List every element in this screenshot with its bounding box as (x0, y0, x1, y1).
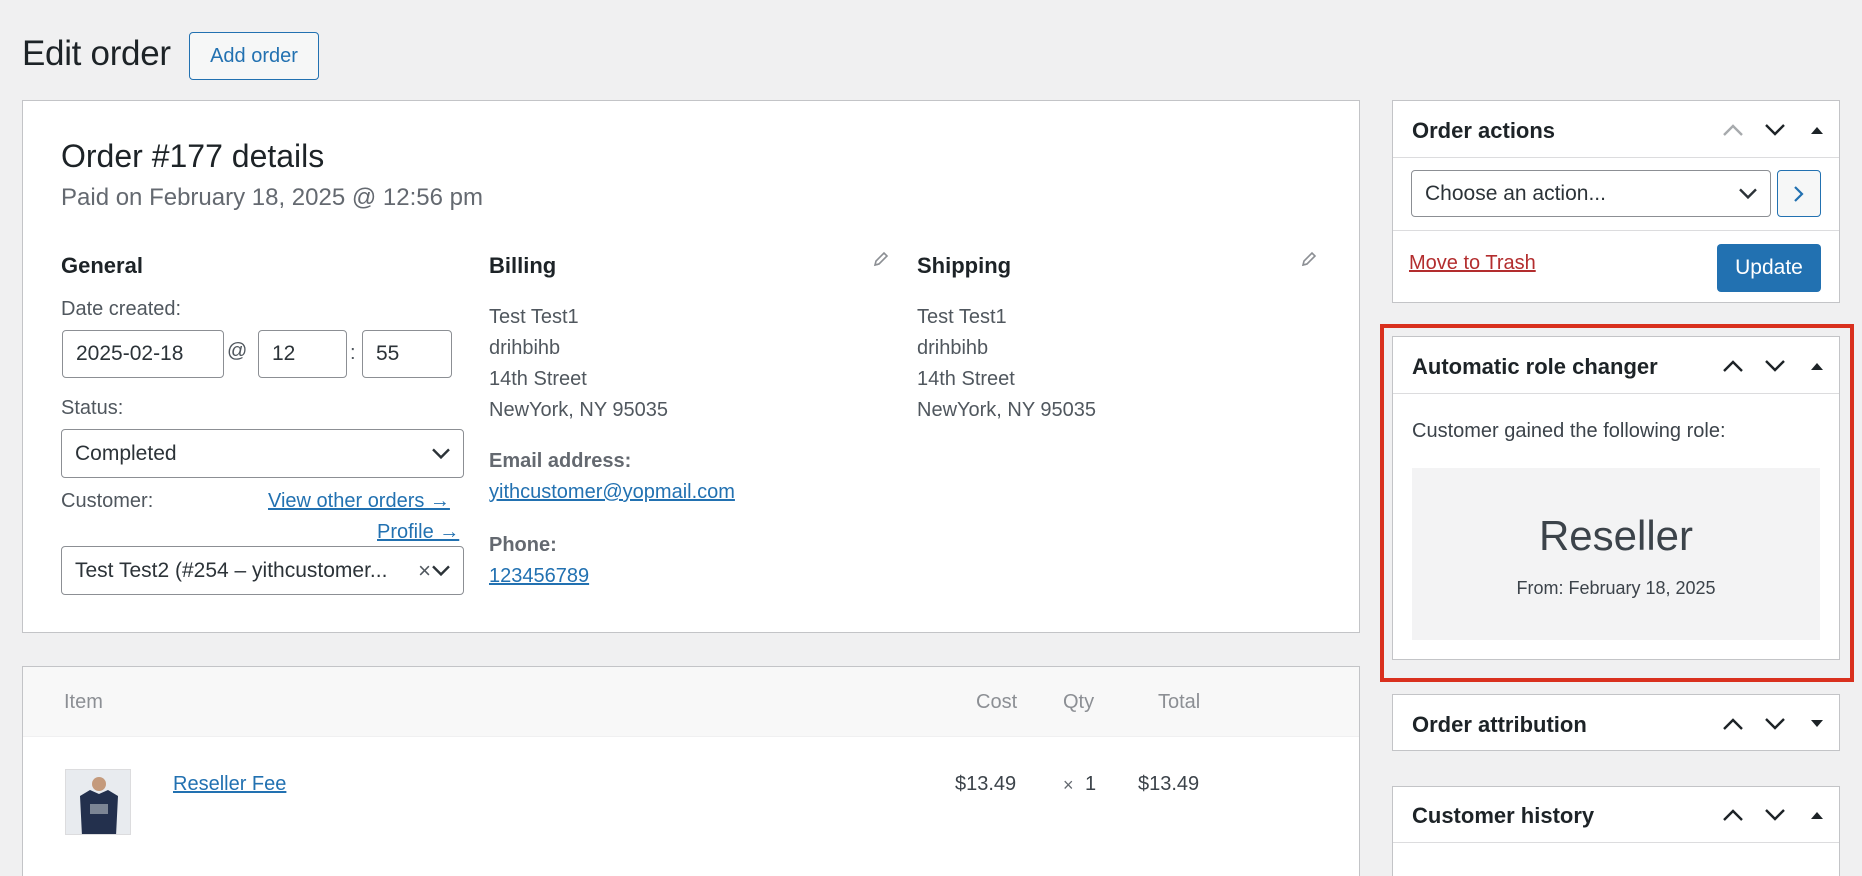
date-created-input[interactable]: 2025-02-18 (62, 330, 224, 378)
item-qty: 1 (1085, 773, 1097, 795)
column-item: Item (64, 691, 103, 713)
colon-separator: : (350, 342, 356, 364)
billing-address-line: NewYork, NY 95035 (489, 399, 669, 421)
billing-title: Billing (489, 253, 557, 278)
shipping-address-line: drihbihb (917, 337, 989, 359)
move-up-icon[interactable] (1720, 711, 1746, 737)
order-actions-title: Order actions (1412, 118, 1556, 143)
shipping-address-line: Test Test1 (917, 306, 1007, 328)
phone-label: Phone: (489, 534, 557, 556)
update-button[interactable]: Update (1717, 244, 1821, 292)
chevron-down-icon (1739, 188, 1757, 199)
general-title: General (61, 253, 143, 278)
profile-link[interactable]: Profile → (377, 521, 459, 544)
collapse-toggle-icon[interactable] (1804, 802, 1830, 828)
divider (1393, 842, 1839, 843)
customer-select-value: Test Test2 (#254 – yithcustomer... (75, 558, 388, 582)
billing-address-line: drihbihb (489, 337, 561, 359)
move-down-icon[interactable] (1762, 802, 1788, 828)
minute-input[interactable]: 55 (362, 330, 452, 378)
shipping-title: Shipping (917, 253, 1012, 278)
item-cost: $13.49 (955, 773, 1017, 795)
billing-address-line: 14th Street (489, 368, 587, 390)
expand-toggle-icon[interactable] (1804, 711, 1830, 737)
product-thumbnail (65, 769, 131, 835)
divider (1393, 157, 1839, 158)
move-up-icon[interactable] (1720, 117, 1746, 143)
order-action-select-value: Choose an action... (1425, 181, 1606, 205)
customer-history-controls (1720, 802, 1830, 828)
item-name-link[interactable]: Reseller Fee (173, 773, 286, 796)
clear-icon[interactable]: × (418, 558, 431, 584)
page-title: Edit order (22, 34, 171, 73)
edit-shipping-pencil-icon[interactable] (1300, 250, 1318, 268)
column-qty: Qty (1063, 691, 1095, 713)
order-actions-controls (1720, 117, 1830, 143)
customer-label: Customer: (61, 490, 154, 512)
collapse-toggle-icon[interactable] (1804, 117, 1830, 143)
chevron-right-icon (1794, 185, 1804, 202)
column-total: Total (1158, 691, 1201, 713)
status-select-value: Completed (75, 441, 177, 465)
order-attribution-title: Order attribution (1412, 712, 1587, 737)
item-qty-sign: × (1063, 775, 1074, 795)
item-total: $13.49 (1138, 773, 1200, 795)
move-to-trash-link[interactable]: Move to Trash (1409, 252, 1536, 275)
chevron-down-icon (432, 448, 450, 459)
move-down-icon[interactable] (1762, 711, 1788, 737)
chevron-down-icon (432, 565, 450, 576)
hour-input[interactable]: 12 (258, 330, 347, 378)
customer-select[interactable]: Test Test2 (#254 – yithcustomer... × (61, 546, 464, 595)
customer-history-title: Customer history (1412, 803, 1595, 828)
date-created-label: Date created: (61, 298, 182, 320)
order-attribution-controls (1720, 711, 1830, 737)
order-action-select[interactable]: Choose an action... (1411, 170, 1771, 217)
add-order-button[interactable]: Add order (189, 32, 319, 80)
order-heading: Order #177 details (61, 138, 325, 174)
customer-history-box (1392, 786, 1840, 876)
tshirt-product-image (66, 770, 130, 834)
column-cost: Cost (976, 691, 1018, 713)
apply-action-button[interactable] (1777, 170, 1821, 217)
at-separator: @ (227, 340, 248, 362)
status-label: Status: (61, 397, 124, 419)
status-select[interactable]: Completed (61, 429, 464, 478)
highlight-frame (1380, 324, 1854, 682)
move-up-icon[interactable] (1720, 802, 1746, 828)
billing-address: Test Test1 drihbihb 14th Street NewYork,… (489, 302, 668, 426)
view-other-orders-link[interactable]: View other orders → (268, 490, 450, 513)
shipping-address: Test Test1 drihbihb 14th Street NewYork,… (917, 302, 1096, 426)
shipping-address-line: 14th Street (917, 368, 1015, 390)
order-paid-date: Paid on February 18, 2025 @ 12:56 pm (61, 184, 483, 211)
move-down-icon[interactable] (1762, 117, 1788, 143)
email-label: Email address: (489, 450, 632, 472)
divider (1393, 230, 1839, 231)
shipping-address-line: NewYork, NY 95035 (917, 399, 1097, 421)
edit-billing-pencil-icon[interactable] (872, 250, 890, 268)
billing-address-line: Test Test1 (489, 306, 579, 328)
phone-link[interactable]: 123456789 (489, 565, 589, 588)
email-link[interactable]: yithcustomer@yopmail.com (489, 481, 735, 504)
